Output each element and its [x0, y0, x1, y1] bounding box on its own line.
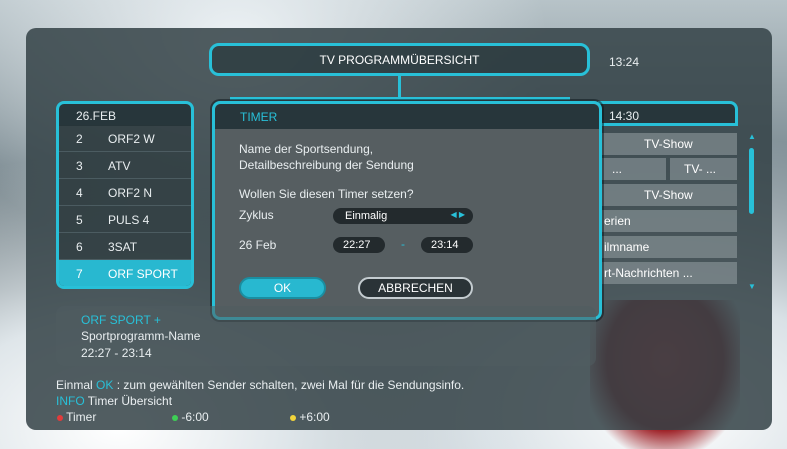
timer-dialog: TIMER Name der Sportsendung, Detailbesch… — [212, 101, 602, 320]
channel-name: ATV — [108, 159, 131, 173]
channel-name: 3SAT — [108, 240, 138, 254]
cycle-label: Zyklus — [239, 208, 274, 222]
footer-line1: Einmal OK : zum gewählten Sender schalte… — [56, 378, 464, 392]
scroll-down-icon[interactable]: ▼ — [748, 282, 756, 291]
program-title: ilmname — [604, 240, 650, 254]
program-cell[interactable]: ilmname — [600, 236, 737, 258]
start-time-field[interactable]: 22:27 — [333, 237, 385, 253]
channel-name: ORF SPORT — [108, 267, 178, 281]
time-separator: - — [401, 237, 405, 251]
title-connector-line — [230, 97, 570, 100]
green-key-label: -6:00 — [181, 410, 209, 424]
channel-number: 2 — [76, 132, 83, 146]
program-cell[interactable]: rt-Nachrichten ... — [600, 262, 737, 284]
page-title-text: TV PROGRAMMÜBERSICHT — [319, 52, 480, 67]
program-cell[interactable]: TV-Show — [600, 184, 737, 206]
program-title: rt-Nachrichten ... — [604, 266, 693, 280]
channel-item[interactable]: 6 3SAT — [59, 233, 191, 260]
channel-number: 5 — [76, 213, 83, 227]
dialog-desc-line1: Name der Sportsendung, — [239, 142, 374, 156]
channel-item[interactable]: 4 ORF2 N — [59, 179, 191, 206]
dialog-header: TIMER — [215, 104, 599, 129]
ok-button-label: OK — [273, 281, 292, 295]
cycle-value: Einmalig — [345, 210, 388, 222]
time-header-text: 14:30 — [609, 109, 640, 123]
channel-number: 6 — [76, 240, 83, 254]
clock: 13:24 — [609, 55, 640, 69]
channel-list[interactable]: 2 ORF2 W 3 ATV 4 ORF2 N 5 PULS 4 6 3SAT … — [56, 125, 194, 289]
yellow-key-label: +6:00 — [299, 410, 330, 424]
program-title: TV- ... — [684, 162, 717, 176]
footer-line2-post: Timer Übersicht — [87, 394, 173, 408]
info-time: 22:27 - 23:14 — [81, 346, 152, 360]
cycle-selector[interactable]: Einmalig ◀ ▶ — [333, 208, 473, 224]
program-cell[interactable]: erien — [600, 210, 737, 232]
program-title: erien — [604, 214, 631, 228]
channel-number: 7 — [76, 267, 83, 281]
dialog-title: TIMER — [240, 110, 278, 124]
info-channel: ORF SPORT + — [81, 313, 161, 327]
channel-name: PULS 4 — [108, 213, 150, 227]
info-key-hint: INFO — [56, 394, 85, 408]
program-title: ... — [612, 162, 623, 176]
program-title: TV-Show — [644, 137, 693, 151]
channel-item[interactable]: 2 ORF2 W — [59, 125, 191, 152]
start-time: 22:27 — [343, 239, 371, 251]
end-time-field[interactable]: 23:14 — [421, 237, 473, 253]
footer-line2: INFO Timer Übersicht — [56, 394, 172, 408]
left-right-arrows-icon[interactable]: ◀ ▶ — [450, 210, 465, 219]
cancel-button-label: ABBRECHEN — [378, 281, 453, 295]
program-title: TV-Show — [644, 188, 693, 202]
program-cell[interactable]: TV- ... — [670, 158, 737, 180]
end-time: 23:14 — [431, 239, 459, 251]
footer-line1-post: : zum gewählten Sender schalten, zwei Ma… — [116, 378, 465, 392]
channel-name: ORF2 N — [108, 186, 153, 200]
date-header-text: 26.FEB — [76, 109, 117, 123]
channel-item[interactable]: 5 PULS 4 — [59, 206, 191, 233]
program-cell[interactable]: ... — [600, 158, 666, 180]
channel-item-selected[interactable]: 7 ORF SPORT — [59, 260, 191, 286]
ok-button[interactable]: OK — [239, 277, 326, 299]
date-label: 26 Feb — [239, 238, 277, 252]
ok-key-hint: OK — [96, 378, 114, 392]
footer-line1-pre: Einmal — [56, 378, 93, 392]
channel-number: 4 — [76, 186, 83, 200]
page-title: TV PROGRAMMÜBERSICHT — [209, 43, 590, 76]
green-key-hint: -6:00 — [172, 410, 209, 424]
date-header: 26.FEB — [56, 101, 194, 126]
yellow-dot-icon — [290, 415, 296, 421]
dialog-question: Wollen Sie diesen Timer setzen? — [239, 187, 414, 201]
yellow-key-hint: +6:00 — [290, 410, 330, 424]
red-dot-icon — [57, 415, 63, 421]
red-key-label: Timer — [66, 410, 97, 424]
channel-name: ORF2 W — [108, 132, 155, 146]
channel-item[interactable]: 3 ATV — [59, 152, 191, 179]
red-key-hint: Timer — [57, 410, 96, 424]
program-cell[interactable]: TV-Show — [600, 133, 737, 155]
title-connector — [398, 76, 401, 98]
green-dot-icon — [172, 415, 178, 421]
cancel-button[interactable]: ABBRECHEN — [358, 277, 473, 299]
scrollbar-thumb[interactable] — [749, 148, 754, 214]
info-program: Sportprogramm-Name — [81, 329, 201, 343]
time-header: 14:30 — [598, 101, 738, 126]
dialog-desc-line2: Detailbeschreibung der Sendung — [239, 158, 414, 172]
channel-number: 3 — [76, 159, 83, 173]
scroll-up-icon[interactable]: ▲ — [748, 132, 756, 141]
